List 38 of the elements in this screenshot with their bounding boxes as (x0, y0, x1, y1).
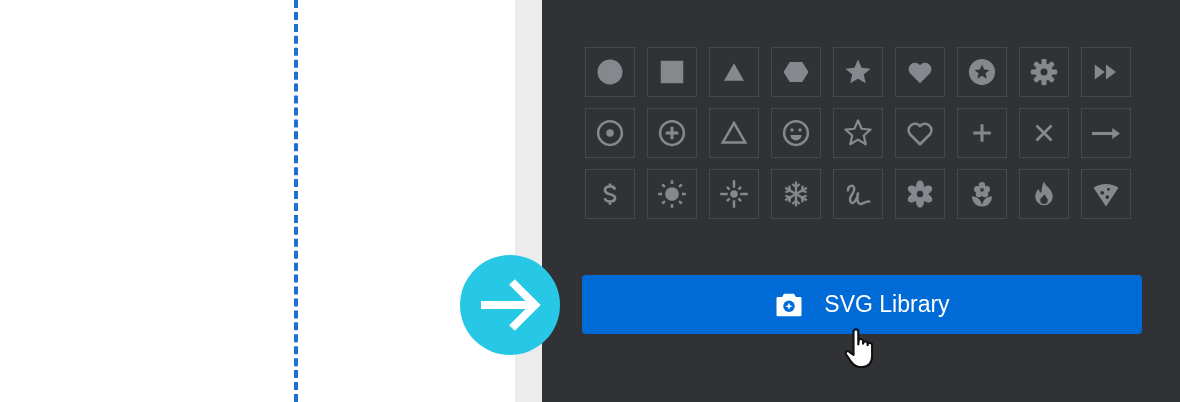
icon-tile[interactable] (1081, 169, 1131, 219)
smiley-icon (781, 118, 811, 148)
icon-tile[interactable] (895, 47, 945, 97)
icon-tile[interactable] (709, 47, 759, 97)
icon-tile[interactable] (771, 47, 821, 97)
icon-tile[interactable] (1019, 108, 1069, 158)
icon-tile[interactable] (771, 108, 821, 158)
icon-tile[interactable] (957, 47, 1007, 97)
icon-tile[interactable] (895, 169, 945, 219)
icon-tile[interactable] (585, 47, 635, 97)
icon-tile[interactable] (647, 169, 697, 219)
circle-icon (595, 57, 625, 87)
icon-tile[interactable] (647, 108, 697, 158)
svg-library-button[interactable]: SVG Library (582, 275, 1142, 334)
arrow-right-icon (1092, 127, 1120, 139)
icon-tile[interactable] (709, 169, 759, 219)
icon-tile[interactable] (957, 108, 1007, 158)
sun-rays-icon (719, 179, 749, 209)
icon-tile[interactable] (1019, 47, 1069, 97)
icon-tile[interactable] (647, 47, 697, 97)
flower-icon (905, 179, 935, 209)
icon-tile[interactable] (1081, 108, 1131, 158)
target-icon (595, 118, 625, 148)
icon-tile[interactable] (1019, 169, 1069, 219)
icon-tile[interactable] (833, 47, 883, 97)
icon-tile[interactable] (895, 108, 945, 158)
add-circle-icon (657, 118, 687, 148)
icon-tile[interactable] (585, 108, 635, 158)
sun-icon (657, 179, 687, 209)
icon-tile[interactable] (957, 169, 1007, 219)
star-outline-icon (843, 118, 873, 148)
icon-tile[interactable] (771, 169, 821, 219)
icon-tile[interactable] (585, 169, 635, 219)
gear-icon (1029, 57, 1059, 87)
icon-tile[interactable] (1081, 47, 1131, 97)
icon-tile[interactable] (709, 108, 759, 158)
icon-tile[interactable] (833, 169, 883, 219)
icon-tile[interactable] (833, 108, 883, 158)
